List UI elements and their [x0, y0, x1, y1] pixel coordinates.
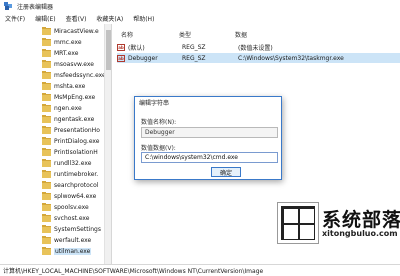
- tree-item[interactable]: MiracastView.e: [42, 26, 99, 36]
- menu-view[interactable]: 查看(V): [61, 14, 92, 23]
- watermark-url: xitongbuluo.com: [322, 229, 398, 238]
- tree-item[interactable]: MsMpEng.exe: [42, 92, 95, 102]
- watermark-brand: 系统部落: [322, 209, 400, 231]
- folder-icon: [42, 114, 51, 123]
- ok-button[interactable]: 确定: [211, 167, 241, 177]
- tree-item[interactable]: rundll32.exe: [42, 158, 91, 168]
- menu-file[interactable]: 文件(F): [0, 14, 30, 23]
- string-value-icon: ab: [117, 43, 125, 51]
- folder-icon: [42, 235, 51, 244]
- folder-icon: [42, 59, 51, 68]
- tree-item[interactable]: ngentask.exe: [42, 114, 94, 124]
- folder-icon: [42, 125, 51, 134]
- string-value-icon: ab: [117, 54, 125, 62]
- column-header-name[interactable]: 名称: [121, 30, 133, 39]
- tree-item[interactable]: PrintIsolationH: [42, 147, 98, 157]
- value-data: C:\Windows\System32\taskmgr.exe: [238, 54, 344, 62]
- status-bar-path: 计算机\HKEY_LOCAL_MACHINE\SOFTWARE\Microsof…: [3, 268, 264, 275]
- folder-icon: [42, 169, 51, 178]
- menu-bar: 文件(F) 编辑(E) 查看(V) 收藏夹(A) 帮助(H): [0, 12, 400, 24]
- tree-vertical-scrollbar[interactable]: [104, 24, 111, 264]
- tree-item[interactable]: PresentationHo: [42, 125, 100, 135]
- tree-item[interactable]: splwow64.exe: [42, 191, 96, 201]
- folder-icon: [42, 81, 51, 90]
- folder-icon: [42, 213, 51, 222]
- edit-string-dialog: 编辑字符串 数值名称(N): Debugger 数值数据(V): C:\wind…: [134, 96, 282, 180]
- folder-icon: [42, 37, 51, 46]
- folder-icon: [42, 136, 51, 145]
- tree-item[interactable]: msoasvw.exe: [42, 59, 94, 69]
- value-name-label: 数值名称(N):: [141, 119, 177, 126]
- tree-item[interactable]: svchost.exe: [42, 213, 89, 223]
- tree-item[interactable]: werfault.exe: [42, 235, 91, 245]
- value-name-field: Debugger: [141, 127, 278, 138]
- value-data: (数值未设置): [238, 44, 273, 52]
- regedit-app-icon: [4, 2, 12, 10]
- value-name: Debugger: [128, 54, 158, 62]
- menu-help[interactable]: 帮助(H): [128, 14, 159, 23]
- column-header-data[interactable]: 数据: [235, 30, 247, 39]
- registry-editor-window: 注册表编辑器 文件(F) 编辑(E) 查看(V) 收藏夹(A) 帮助(H) Mi…: [0, 0, 400, 276]
- value-row[interactable]: ab (默认) REG_SZ (数值未设置): [117, 42, 400, 52]
- value-type: REG_SZ: [182, 54, 206, 62]
- title-bar: 注册表编辑器: [0, 0, 400, 12]
- value-data-input[interactable]: C:\windows\system32\cmd.exe: [141, 152, 278, 163]
- tree-item[interactable]: ngen.exe: [42, 103, 82, 113]
- menu-edit[interactable]: 编辑(E): [30, 14, 60, 23]
- tree-item[interactable]: runtimebroker.: [42, 169, 98, 179]
- value-row-selected[interactable]: ab Debugger REG_SZ C:\Windows\System32\t…: [117, 53, 400, 63]
- tree-item[interactable]: PrintDialog.exe: [42, 136, 99, 146]
- tree-item[interactable]: MRT.exe: [42, 48, 78, 58]
- folder-icon: [42, 92, 51, 101]
- site-watermark: 系统部落 xitongbuluo.com: [278, 191, 400, 257]
- value-name: (默认): [128, 44, 145, 52]
- tree-item[interactable]: mmc.exe: [42, 37, 82, 47]
- folder-icon: [42, 103, 51, 112]
- menu-favorites[interactable]: 收藏夹(A): [91, 14, 128, 23]
- tree-item-selected[interactable]: utilman.exe: [42, 246, 92, 256]
- folder-icon: [42, 180, 51, 189]
- tree-item[interactable]: spoolsv.exe: [42, 202, 89, 212]
- folder-icon: [42, 224, 51, 233]
- folder-icon: [42, 191, 51, 200]
- tree-scroll-thumb[interactable]: [106, 30, 111, 70]
- value-type: REG_SZ: [182, 43, 206, 51]
- folder-icon: [42, 70, 51, 79]
- tree-item[interactable]: msfeedssync.exe: [42, 70, 106, 80]
- tree-item[interactable]: mshta.exe: [42, 81, 85, 91]
- folder-icon: [42, 147, 51, 156]
- registry-key-tree[interactable]: MiracastView.e mmc.exe MRT.exe msoasvw.e…: [0, 24, 112, 264]
- value-data-label: 数值数据(V):: [141, 145, 176, 152]
- folder-icon: [42, 48, 51, 57]
- folder-icon: [42, 26, 51, 35]
- window-title: 注册表编辑器: [17, 3, 54, 11]
- status-bar: 计算机\HKEY_LOCAL_MACHINE\SOFTWARE\Microsof…: [0, 264, 400, 276]
- column-header-type[interactable]: 类型: [179, 30, 191, 39]
- folder-icon: [42, 158, 51, 167]
- tree-item[interactable]: searchprotocol: [42, 180, 98, 190]
- folder-icon: [42, 246, 51, 255]
- dialog-title: 编辑字符串: [139, 99, 170, 107]
- tree-item[interactable]: SystemSettings: [42, 224, 101, 234]
- folder-icon: [42, 202, 51, 211]
- windows-logo-icon: [278, 203, 318, 243]
